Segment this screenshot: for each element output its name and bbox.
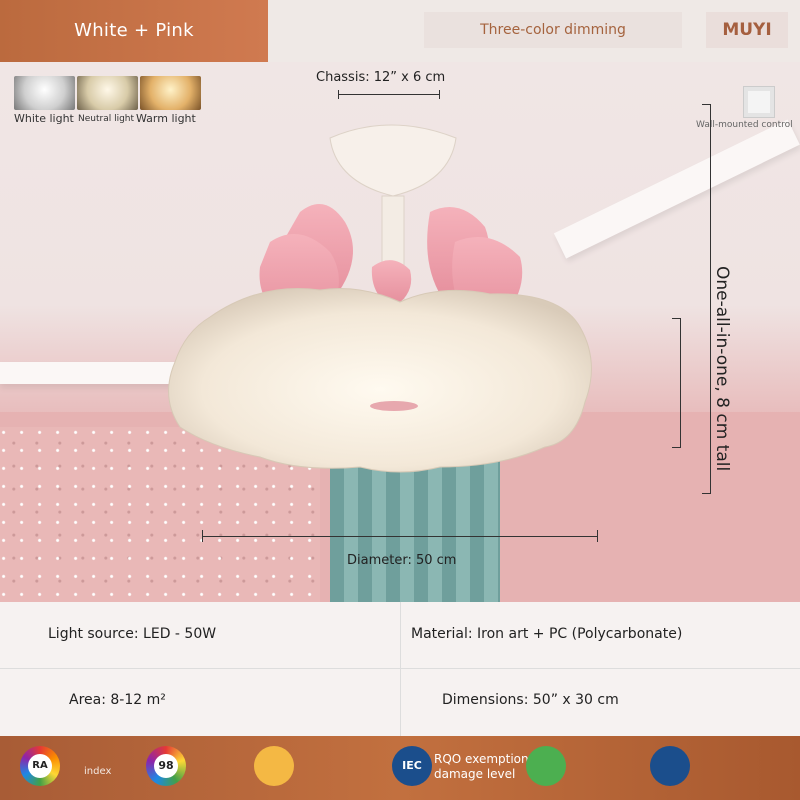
dimming-mode-label: Three-color dimming <box>424 12 682 48</box>
shade-center-ring <box>370 401 418 411</box>
iec-icon-label: IEC <box>402 759 422 772</box>
certification-footer: RA index 98 IEC RQO exemption damage lev… <box>0 736 800 800</box>
eye-care-icon <box>526 746 566 786</box>
certification-icon <box>650 746 690 786</box>
color-variant-tab[interactable]: White + Pink <box>0 0 268 62</box>
area-spec: Area: 8-12 m² <box>69 692 166 708</box>
spec-divider-vertical <box>400 602 401 736</box>
score-98-icon: 98 <box>146 746 186 786</box>
lamp-shade <box>168 288 592 473</box>
ra-icon-label: RA <box>28 754 52 778</box>
top-bar: White + Pink Three-color dimming MUYI <box>0 0 800 62</box>
ceiling-lamp-illustration <box>168 124 592 473</box>
score-98-label: 98 <box>154 754 178 778</box>
lamp-canopy <box>329 124 457 197</box>
dimensions-spec: Dimensions: 50” x 30 cm <box>442 692 619 708</box>
flicker-free-icon <box>254 746 294 786</box>
iec-icon: IEC <box>392 746 432 786</box>
iec-caption: RQO exemption damage level <box>434 752 529 781</box>
ra-icon: RA <box>20 746 60 786</box>
light-source-spec: Light source: LED - 50W <box>48 626 217 642</box>
brand-logo: MUYI <box>706 12 788 48</box>
spec-divider-horizontal <box>0 668 800 669</box>
ra-caption: index <box>84 766 112 777</box>
material-spec: Material: Iron art + PC (Polycarbonate) <box>411 626 683 642</box>
color-variant-label: White + Pink <box>74 20 194 41</box>
product-scene: White light Neutral light Warm light Wal… <box>0 62 800 602</box>
spec-panel: Light source: LED - 50W Material: Iron a… <box>0 602 800 736</box>
